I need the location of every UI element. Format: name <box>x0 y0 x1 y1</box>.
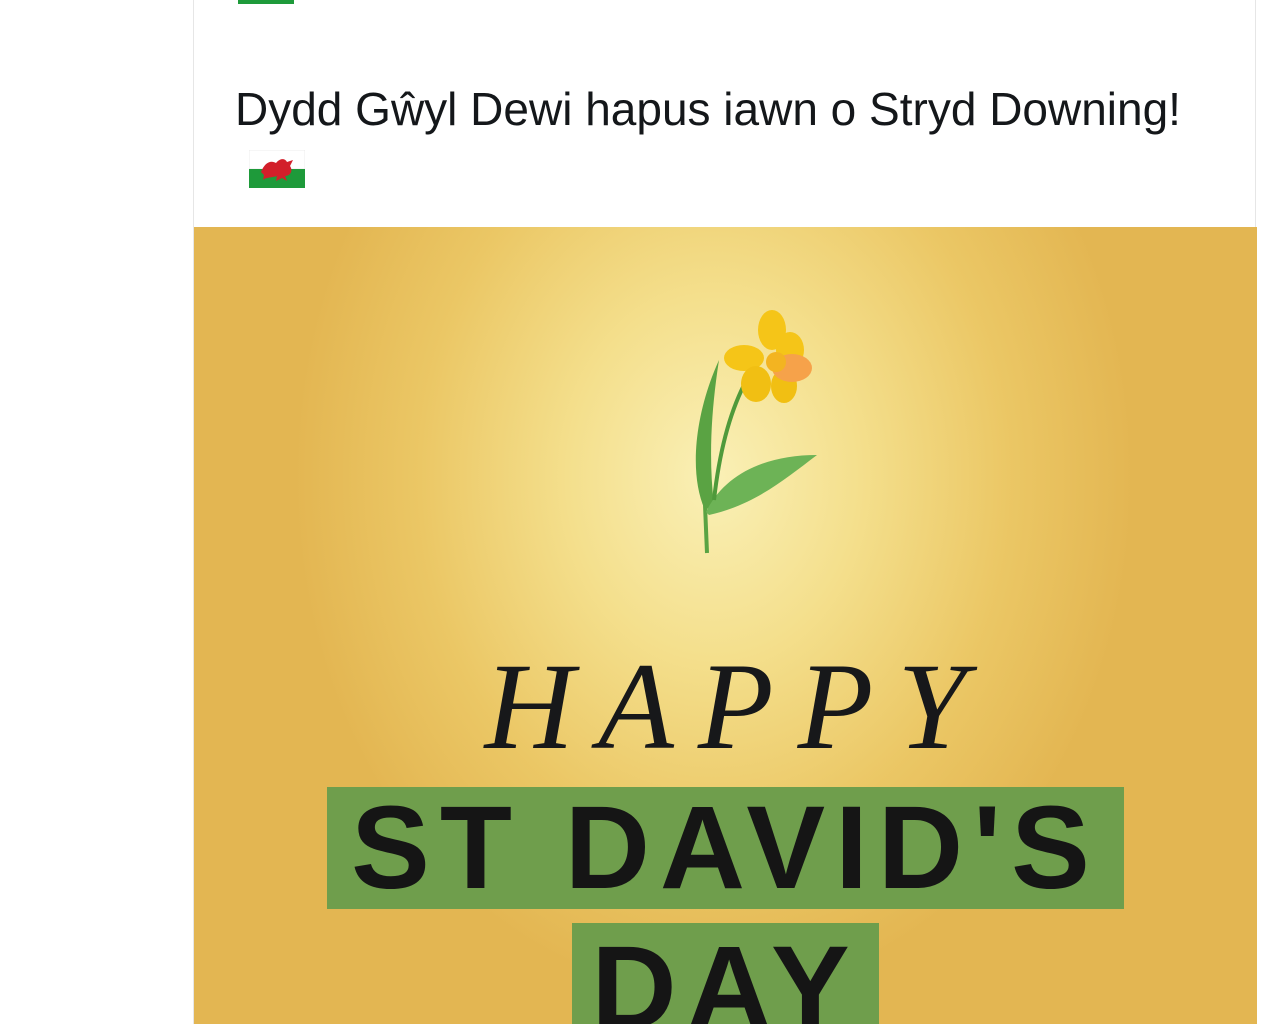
day-heading: DAY <box>591 922 860 1024</box>
wales-flag-icon <box>238 0 294 9</box>
page: Dydd Gŵyl Dewi hapus iawn o Stryd Downin… <box>0 0 1284 1024</box>
happy-heading: HAPPY <box>484 638 991 775</box>
st-davids-heading: ST DAVID'S <box>351 782 1100 914</box>
tweet-text-body: Dydd Gŵyl Dewi hapus iawn o Stryd Downin… <box>235 83 1181 135</box>
tweet-card[interactable]: Dydd Gŵyl Dewi hapus iawn o Stryd Downin… <box>193 0 1257 1024</box>
wales-flag-icon <box>248 143 306 202</box>
daffodil-icon <box>695 310 817 554</box>
tweet-image[interactable]: HAPPY ST DAVID'S DAY <box>194 227 1257 1024</box>
tweet-text: Dydd Gŵyl Dewi hapus iawn o Stryd Downin… <box>235 80 1195 202</box>
